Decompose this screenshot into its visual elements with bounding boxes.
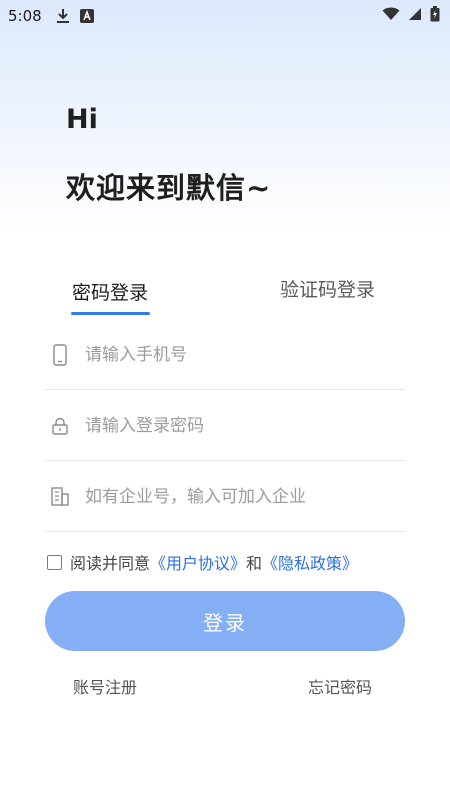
- greeting-hi: Hi: [66, 104, 98, 135]
- password-input[interactable]: [85, 415, 385, 436]
- agreement-checkbox[interactable]: [47, 554, 62, 570]
- forgot-password-link[interactable]: 忘记密码: [308, 674, 372, 698]
- privacy-policy-link[interactable]: 《隐私政策》: [262, 550, 358, 574]
- login-button[interactable]: 登录: [45, 591, 405, 651]
- company-input[interactable]: [85, 486, 385, 507]
- phone-input[interactable]: [85, 344, 385, 365]
- register-link[interactable]: 账号注册: [73, 674, 137, 698]
- building-icon: [47, 487, 73, 506]
- status-bar: 5:08: [0, 0, 450, 32]
- download-icon: [56, 8, 70, 24]
- lock-icon: [47, 417, 73, 435]
- wifi-icon: [382, 7, 400, 25]
- password-field: [45, 391, 405, 461]
- tab-code-login[interactable]: 验证码登录: [280, 275, 375, 302]
- font-a-icon: [79, 9, 94, 23]
- tab-password-login-label: 密码登录: [72, 282, 149, 304]
- signal-icon: [408, 7, 422, 25]
- user-agreement-link[interactable]: 《用户协议》: [150, 550, 246, 574]
- phone-icon: [47, 343, 73, 366]
- phone-field: [45, 320, 405, 390]
- tab-password-login[interactable]: 密码登录: [71, 278, 151, 315]
- greeting-welcome: 欢迎来到默信~: [66, 171, 272, 205]
- agreement-row: 阅读并同意 《用户协议》 和 《隐私政策》: [47, 550, 358, 574]
- agreement-prefix: 阅读并同意: [70, 554, 151, 573]
- company-field: [45, 462, 405, 532]
- agreement-and: 和: [246, 554, 263, 573]
- active-tab-indicator: [71, 312, 151, 315]
- battery-icon: [430, 6, 440, 26]
- login-tabs: 密码登录 验证码登录: [0, 270, 450, 315]
- status-time: 5:08: [8, 7, 42, 25]
- tab-code-login-label: 验证码登录: [280, 279, 376, 301]
